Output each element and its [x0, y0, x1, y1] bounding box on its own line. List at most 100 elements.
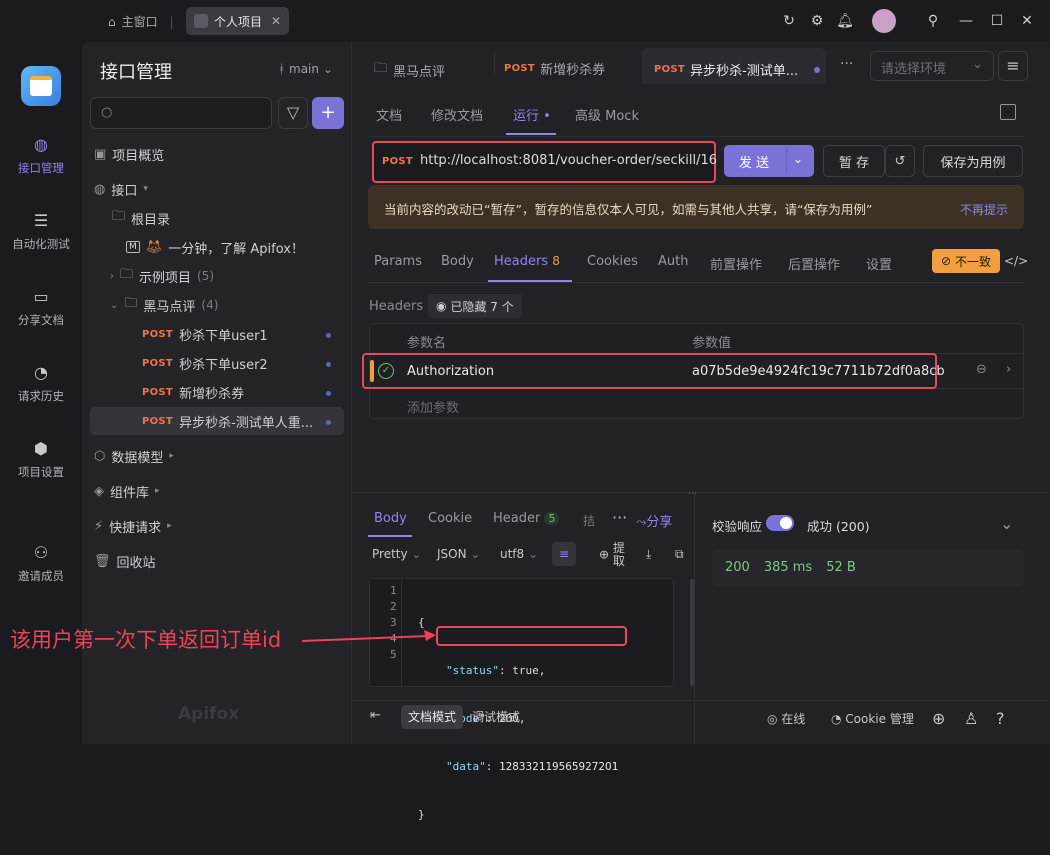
add-param-input[interactable]: 添加参数 [407, 397, 459, 416]
dismiss-link[interactable]: 不再提示 [960, 201, 1008, 218]
download-icon[interactable]: ⤓ [646, 547, 651, 562]
chevron-down-icon[interactable]: ⌄ [793, 152, 803, 166]
nav-settings[interactable]: ⬢ 项目设置 [0, 438, 82, 480]
bell-icon[interactable]: 🔔︎ [836, 12, 854, 30]
gear-icon[interactable]: ⚙ [808, 12, 826, 30]
shirt-icon[interactable]: ♙ [964, 709, 978, 728]
sidebar-item-endpoint[interactable]: POST 新增秒杀券 [142, 380, 244, 404]
avatar[interactable] [872, 9, 896, 33]
upload-icon[interactable]: ⊕ [932, 709, 945, 728]
panel-toggle-icon[interactable] [1000, 104, 1016, 120]
save-temp-button[interactable]: 暂 存 [823, 145, 885, 177]
code-icon[interactable]: </> [1004, 254, 1028, 268]
tab-mock[interactable]: 高级 Mock [575, 105, 639, 124]
cookie-manager[interactable]: ◔ Cookie 管理 [831, 710, 914, 727]
tab-settings[interactable]: 设置 [866, 254, 892, 273]
branch-selector[interactable]: ᚼ main ⌄ [278, 62, 333, 76]
sidebar-item-data-model[interactable]: ⬡ 数据模型 ▸ [94, 444, 174, 468]
doc-mode-button[interactable]: 文档模式 [401, 705, 463, 729]
chevron-right-icon[interactable]: › [1006, 362, 1011, 377]
hamburger-icon: ≡ [1006, 56, 1020, 75]
window-close-icon[interactable]: ✕ [1018, 12, 1036, 30]
sidebar-item-api[interactable]: ◍ 接口 ▾ [94, 177, 148, 201]
automation-icon: ☰ [33, 211, 49, 230]
sidebar-item-quick[interactable]: ⚡︎ 快捷请求 ▸ [94, 514, 172, 538]
reset-button[interactable]: ↺ [885, 145, 915, 177]
format-select[interactable]: JSON ⌄ [437, 547, 480, 561]
api-small-icon: ◍ [94, 181, 106, 197]
tab-params[interactable]: Params [374, 254, 422, 269]
request-tab[interactable]: 🗀︎ 黑马点评 [374, 59, 445, 81]
close-icon[interactable]: ✕ [271, 14, 281, 28]
header-row-value[interactable]: a07b5de9e4924fc19c7711b72df0a8cb [692, 364, 945, 379]
resp-tab-header[interactable]: Header 5 [493, 511, 560, 526]
menu-button[interactable]: ≡ [998, 51, 1028, 81]
nav-api-management[interactable]: ◍ 接口管理 [0, 134, 82, 176]
sidebar-item-example[interactable]: › 🗀︎ 示例项目 (5) [110, 264, 214, 288]
sidebar-item-heima[interactable]: ⌄ 🗀︎ 黑马点评 (4) [110, 293, 218, 317]
project-tab[interactable]: 个人项目 ✕ [186, 7, 289, 35]
checkbox-checked-icon[interactable]: ✓ [378, 363, 394, 379]
filter-button[interactable]: ▽ [278, 97, 308, 129]
tab-doc[interactable]: 文档 [376, 105, 402, 124]
tab-cookies[interactable]: Cookies [587, 254, 638, 269]
env-select[interactable]: 请选择环境 ⌄ [870, 51, 994, 81]
sidebar-item-intro[interactable]: M 🦊︎ 一分钟，了解 Apifox！ [126, 235, 304, 259]
request-tab[interactable]: POST 新增秒杀券 [504, 59, 605, 78]
wrap-icon[interactable]: ≡ [552, 542, 576, 566]
minimize-icon[interactable]: — [957, 12, 975, 30]
validation-toggle[interactable] [766, 515, 794, 531]
add-button[interactable]: + [312, 97, 344, 129]
collapse-icon[interactable]: ⇤ [370, 708, 381, 723]
pin-icon[interactable]: ⚲ [924, 12, 942, 30]
encoding-select[interactable]: utf8 ⌄ [500, 547, 538, 561]
more-icon[interactable]: ··· [840, 56, 853, 72]
resp-tab-body[interactable]: Body [374, 511, 407, 526]
hidden-headers-toggle[interactable]: ◉ 已隐藏 7 个 [428, 294, 522, 318]
tab-edit-doc[interactable]: 修改文档 [431, 105, 483, 124]
tab-run[interactable]: 运行 • [513, 105, 551, 124]
tab-body[interactable]: Body [441, 254, 474, 269]
remove-icon[interactable]: ⊖ [976, 362, 987, 377]
tab-auth[interactable]: Auth [658, 254, 688, 269]
sidebar-item-components[interactable]: ◈ 组件库 ▸ [94, 479, 160, 503]
sidebar-item-trash[interactable]: 🗑︎ 回收站 [94, 549, 156, 573]
tab-headers[interactable]: Headers 8 [494, 254, 560, 269]
url-input[interactable]: http://localhost:8081/voucher-order/seck… [420, 153, 717, 168]
debug-mode-button[interactable]: 调试模式 [465, 705, 527, 729]
nav-automation[interactable]: ☰ 自动化测试 [0, 210, 82, 252]
resp-tab-cookie[interactable]: Cookie [428, 511, 472, 526]
sidebar-item-endpoint[interactable]: POST 秒杀下单user2 [142, 351, 268, 375]
bolt-icon: ⚡︎ [94, 518, 104, 534]
header-row-name[interactable]: Authorization [407, 364, 494, 379]
nav-invite[interactable]: ⚇ 邀请成员 [0, 542, 82, 584]
home-tab[interactable]: ⌂ 主窗口 | [100, 8, 182, 35]
share-button[interactable]: ⤳分享 [636, 511, 672, 530]
scrollbar[interactable] [690, 579, 694, 686]
sidebar-item-overview[interactable]: ▣ 项目概览 [94, 142, 164, 166]
tab-pre-ops[interactable]: 前置操作 [710, 254, 762, 273]
api-icon: ◍ [34, 135, 48, 154]
search-icon: ○ [101, 105, 113, 120]
chevron-down-icon[interactable]: ⌄ [1000, 514, 1013, 533]
help-icon[interactable]: ? [996, 709, 1005, 728]
sidebar-item-endpoint-active[interactable]: POST 异步秒杀-测试单人重... [142, 409, 313, 433]
copy-icon[interactable]: ⧉ [675, 547, 684, 562]
refresh-icon[interactable]: ↻ [780, 12, 798, 30]
search-input[interactable]: ○ [90, 97, 272, 129]
resize-handle[interactable]: ⋯ [688, 489, 697, 499]
nav-share-docs[interactable]: ▭ 分享文档 [0, 286, 82, 328]
more-icon[interactable]: ··· [612, 508, 627, 527]
nav-history[interactable]: ◔ 请求历史 [0, 362, 82, 404]
maximize-icon[interactable]: ☐ [988, 12, 1006, 30]
extract-button[interactable]: ⊕ 提取 [599, 542, 639, 568]
mismatch-badge[interactable]: ⊘ 不一致 [932, 249, 1000, 273]
folder-icon: 🗀︎ [120, 267, 134, 282]
pretty-select[interactable]: Pretty ⌄ [372, 547, 421, 561]
save-case-button[interactable]: 保存为用例 [923, 145, 1023, 177]
truncated-tab[interactable]: 拮 [583, 512, 595, 529]
online-status[interactable]: ◎ 在线 [767, 710, 805, 727]
tab-post-ops[interactable]: 后置操作 [788, 254, 840, 273]
sidebar-item-root[interactable]: 🗀︎ 根目录 [112, 206, 170, 230]
sidebar-item-endpoint[interactable]: POST 秒杀下单user1 [142, 322, 268, 346]
